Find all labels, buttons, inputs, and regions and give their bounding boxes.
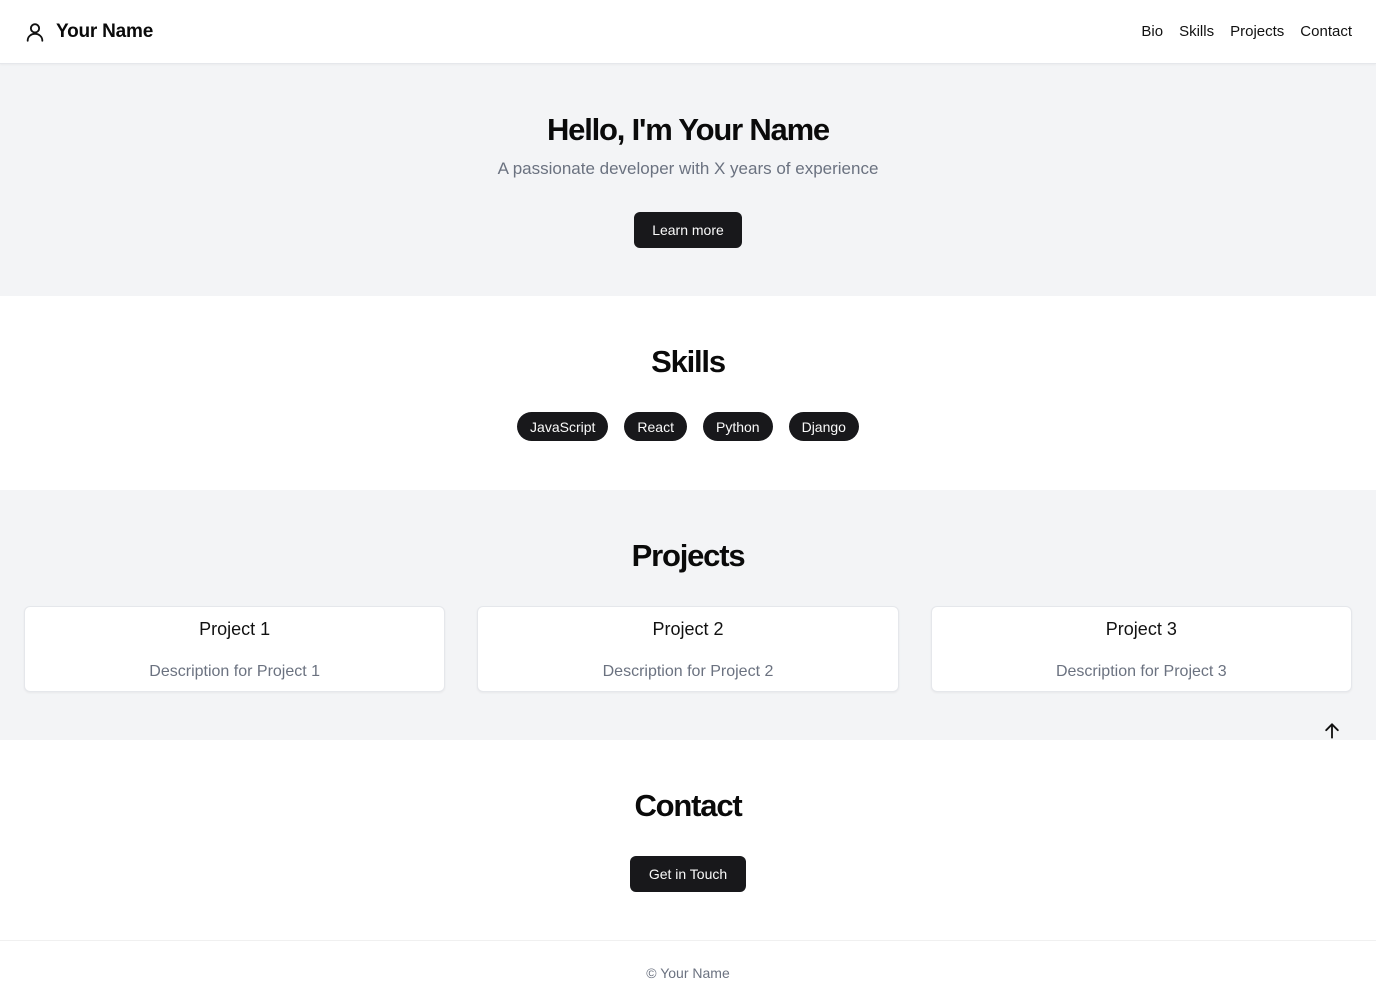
site-footer: © Your Name bbox=[0, 940, 1376, 1004]
project-card[interactable]: Project 2 Description for Project 2 bbox=[477, 606, 899, 692]
scroll-to-top-button[interactable] bbox=[1320, 720, 1344, 744]
portfolio-page: Your Name Bio Skills Projects Contact He… bbox=[0, 0, 1376, 1004]
site-header: Your Name Bio Skills Projects Contact bbox=[0, 0, 1376, 64]
contact-title: Contact bbox=[634, 788, 743, 823]
project-description: Description for Project 1 bbox=[149, 663, 321, 680]
nav-link-skills[interactable]: Skills bbox=[1179, 23, 1214, 40]
footer-copyright: © Your Name bbox=[646, 964, 730, 981]
skills-section: Skills JavaScript React Python Django bbox=[0, 296, 1376, 490]
hero-section: Hello, I'm Your Name A passionate develo… bbox=[0, 64, 1376, 296]
project-title: Project 3 bbox=[1105, 619, 1177, 639]
project-card[interactable]: Project 1 Description for Project 1 bbox=[24, 606, 446, 692]
arrow-up-icon bbox=[1322, 721, 1342, 744]
get-in-touch-button[interactable]: Get in Touch bbox=[630, 856, 746, 892]
hero-subtitle: A passionate developer with X years of e… bbox=[497, 159, 879, 178]
skill-badge: React bbox=[624, 412, 687, 441]
projects-title: Projects bbox=[631, 538, 746, 573]
project-title: Project 2 bbox=[652, 619, 724, 639]
nav-link-contact[interactable]: Contact bbox=[1300, 23, 1352, 40]
projects-section: Projects Project 1 Description for Proje… bbox=[0, 490, 1376, 740]
user-icon bbox=[24, 21, 46, 43]
brand-name: Your Name bbox=[56, 20, 154, 42]
nav-link-bio[interactable]: Bio bbox=[1141, 23, 1163, 40]
project-title: Project 1 bbox=[199, 619, 271, 639]
skill-badge: JavaScript bbox=[517, 412, 609, 441]
learn-more-button[interactable]: Learn more bbox=[634, 212, 742, 248]
skill-badge: Python bbox=[702, 412, 773, 441]
nav-link-projects[interactable]: Projects bbox=[1230, 23, 1284, 40]
project-cards: Project 1 Description for Project 1 Proj… bbox=[24, 606, 1352, 692]
skills-list: JavaScript React Python Django bbox=[0, 412, 1376, 441]
project-description: Description for Project 2 bbox=[602, 663, 774, 680]
skills-title: Skills bbox=[651, 344, 726, 379]
main-nav: Bio Skills Projects Contact bbox=[1141, 23, 1352, 40]
hero-title: Hello, I'm Your Name bbox=[547, 112, 830, 147]
skill-badge: Django bbox=[788, 412, 859, 441]
contact-section: Contact Get in Touch bbox=[0, 740, 1376, 940]
project-card[interactable]: Project 3 Description for Project 3 bbox=[930, 606, 1352, 692]
brand[interactable]: Your Name bbox=[24, 21, 153, 43]
project-description: Description for Project 3 bbox=[1055, 663, 1227, 680]
